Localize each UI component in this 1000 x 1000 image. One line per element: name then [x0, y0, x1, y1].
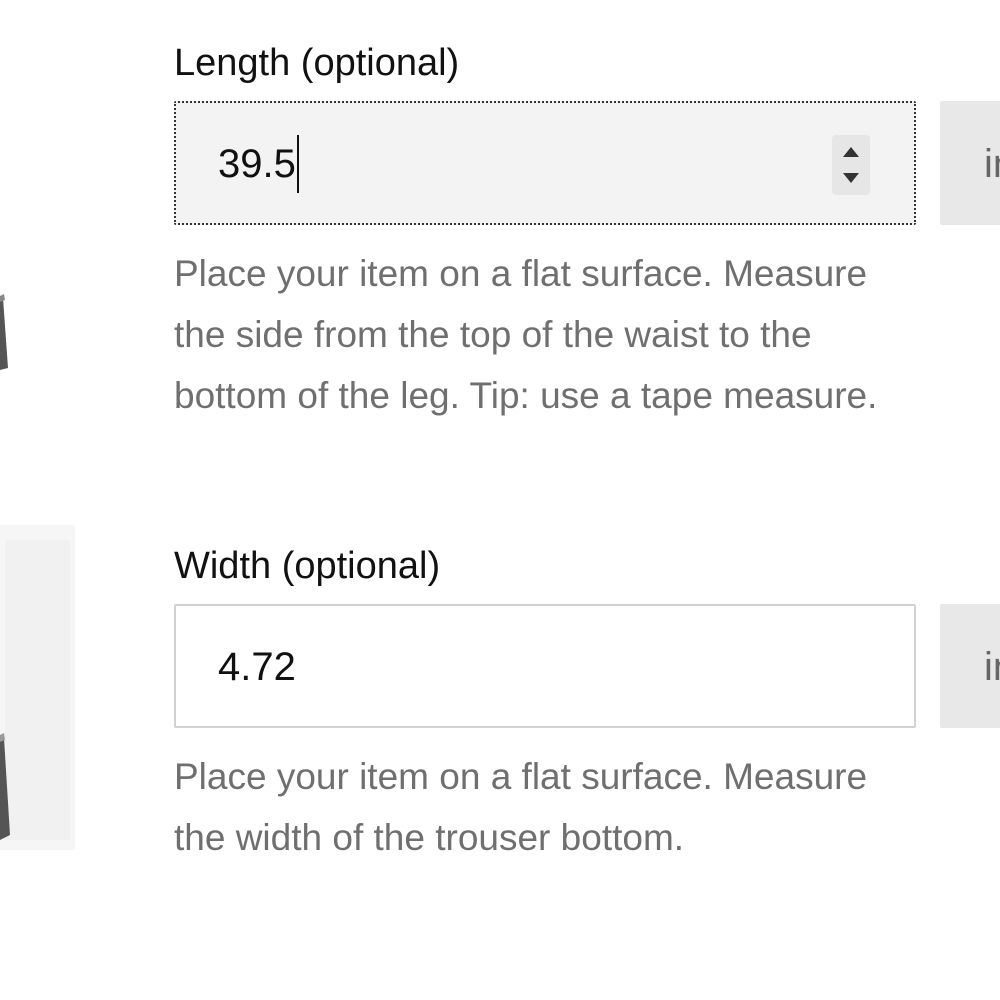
width-unit-select[interactable]: in [940, 604, 1000, 728]
width-help-text: Place your item on a flat surface. Measu… [174, 746, 1000, 868]
length-value-text: 39.5 [218, 142, 296, 186]
length-input-value: 39.5 [218, 135, 299, 193]
length-help-line: the side from the top of the waist to th… [174, 314, 812, 355]
measurement-form: Length (optional) 39.5 in Place your ite… [0, 0, 1000, 1000]
stepper-down-icon [843, 173, 859, 183]
text-caret [296, 135, 299, 193]
width-help-line: Place your item on a flat surface. Measu… [174, 756, 868, 797]
width-unit-label: in [984, 645, 1000, 689]
length-help-line: bottom of the leg. Tip: use a tape measu… [174, 375, 878, 416]
length-help-text: Place your item on a flat surface. Measu… [174, 243, 1000, 426]
length-input[interactable]: 39.5 [174, 101, 916, 225]
length-unit-select[interactable]: in [940, 101, 1000, 225]
width-input[interactable]: 4.72 [174, 604, 916, 728]
number-stepper-icon[interactable] [832, 135, 870, 195]
length-unit-label: in [984, 142, 1000, 186]
length-label: Length (optional) [174, 42, 460, 84]
width-field: Width (optional) 4.72 in Place your item… [174, 541, 1000, 868]
length-help-line: Place your item on a flat surface. Measu… [174, 253, 868, 294]
stepper-up-icon [843, 147, 859, 157]
width-help-line: the width of the trouser bottom. [174, 817, 685, 858]
length-input-row: 39.5 in [174, 101, 1000, 227]
length-field: Length (optional) 39.5 in Place your ite… [174, 38, 1000, 426]
width-label: Width (optional) [174, 545, 441, 587]
width-input-value: 4.72 [218, 645, 296, 689]
trouser-illustration [0, 0, 110, 1000]
width-input-row: 4.72 in [174, 604, 1000, 730]
